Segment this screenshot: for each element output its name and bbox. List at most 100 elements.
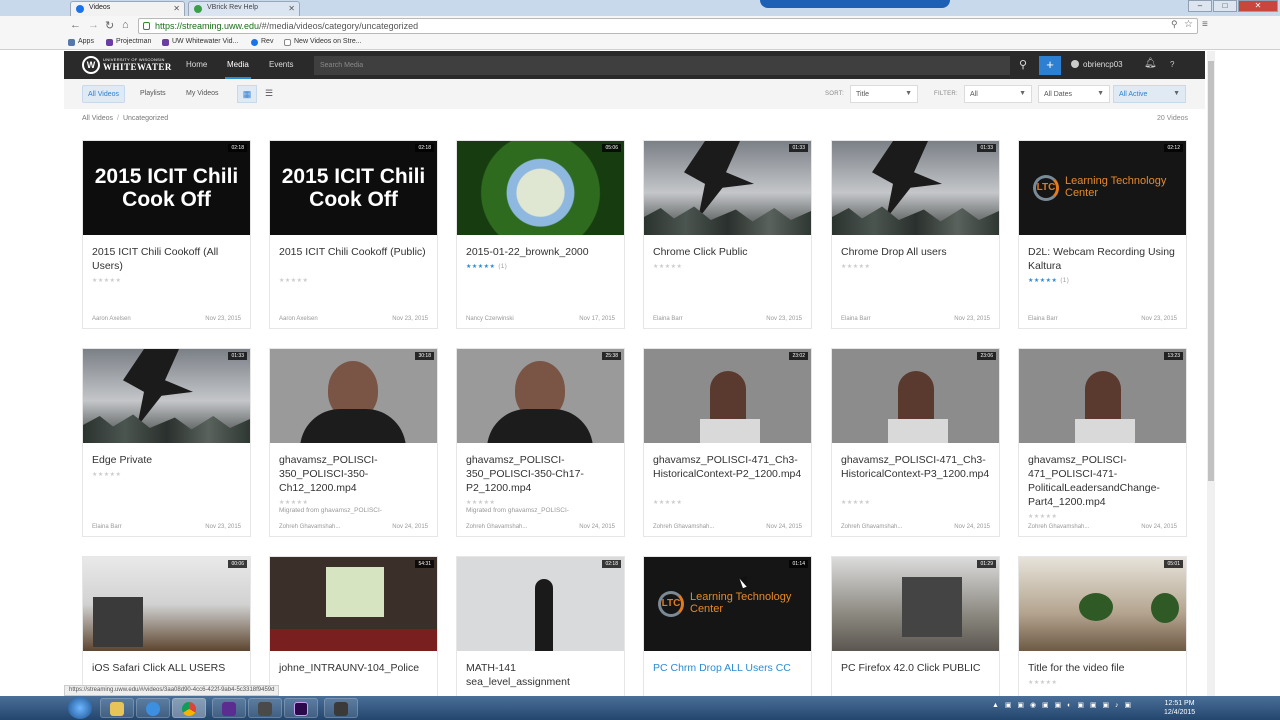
video-card[interactable]: 23:02 ghavamsz_POLISCI-471_Ch3-Historical…: [643, 348, 812, 537]
video-card[interactable]: 05:06 2015-01-22_brownk_2000 ★★★★★ (1) Nancy…: [456, 140, 625, 329]
start-button-icon[interactable]: [68, 697, 92, 719]
rating-stars[interactable]: ★★★★★: [92, 471, 124, 478]
search-icon[interactable]: ⚲: [1012, 56, 1034, 75]
tab-all-videos[interactable]: All Videos: [82, 85, 126, 103]
video-title[interactable]: ghavamsz_POLISCI-350_POLISCI-350-Ch12_12…: [279, 453, 431, 495]
search-input[interactable]: Search Media: [314, 56, 1010, 75]
video-thumbnail[interactable]: 2015 ICIT Chili Cook Off 02:18: [270, 141, 437, 235]
scrollbar-thumb[interactable]: [1208, 61, 1214, 481]
close-tab-icon[interactable]: ✕: [288, 4, 295, 13]
uw-whitewater-logo[interactable]: W UNIVERSITY OF WISCONSIN WHITEWATER: [82, 56, 171, 74]
breadcrumb-all-videos[interactable]: All Videos: [82, 115, 113, 122]
video-title[interactable]: ghavamsz_POLISCI-471_POLISCI-471-Politic…: [1028, 453, 1180, 509]
rating-stars[interactable]: ★★★★★: [1028, 679, 1057, 686]
minimize-window-icon[interactable]: –: [1188, 0, 1212, 12]
rating-stars[interactable]: ★★★★★: [279, 499, 311, 506]
video-title[interactable]: ghavamsz_POLISCI-471_Ch3-HistoricalConte…: [653, 453, 805, 481]
rating-stars[interactable]: ★★★★★: [841, 499, 873, 506]
video-title[interactable]: 2015 ICIT Chili Cookoff (Public): [279, 245, 431, 259]
filter-select[interactable]: All ▼: [964, 85, 1032, 103]
rating-stars[interactable]: ★★★★★: [279, 277, 311, 284]
list-view-icon[interactable]: ☰: [259, 85, 279, 103]
video-title[interactable]: johne_INTRAUNV-104_Police: [279, 661, 431, 675]
taskbar-explorer[interactable]: [100, 698, 134, 718]
maximize-window-icon[interactable]: □: [1213, 0, 1237, 12]
taskbar-visual-studio[interactable]: [212, 698, 246, 718]
video-card[interactable]: 23:06 ghavamsz_POLISCI-471_Ch3-Historical…: [831, 348, 1000, 537]
video-thumbnail[interactable]: 25:38: [457, 349, 624, 443]
home-icon[interactable]: ⌂: [122, 19, 129, 31]
video-thumbnail[interactable]: 01:33: [83, 349, 250, 443]
video-thumbnail[interactable]: LTC Learning Technology Center 02:12: [1019, 141, 1186, 235]
notifications-bell-icon[interactable]: 🔔︎: [1144, 58, 1157, 69]
page-scrollbar[interactable]: [1207, 51, 1215, 696]
rating-stars[interactable]: ★★★★★: [92, 277, 124, 284]
rating-stars[interactable]: ★★★★★: [1028, 513, 1060, 520]
tab-playlists[interactable]: Playlists: [135, 85, 171, 103]
bookmark-projectman[interactable]: Projectman: [106, 38, 151, 46]
system-clock[interactable]: 12:51 PM 12/4/2015: [1164, 699, 1195, 717]
close-tab-icon[interactable]: ✕: [173, 4, 180, 13]
video-card[interactable]: 01:33 Chrome Click Public ★★★★★ Elaina Barr…: [643, 140, 812, 329]
video-thumbnail[interactable]: 01:33: [644, 141, 811, 235]
video-title[interactable]: iOS Safari Click ALL USERS: [92, 661, 244, 675]
video-thumbnail[interactable]: 23:02: [644, 349, 811, 443]
address-bar[interactable]: https://streaming.uww.edu/#/media/videos…: [138, 18, 1198, 34]
bookmark-rev[interactable]: Rev: [251, 38, 273, 46]
video-thumbnail[interactable]: 54:31: [270, 557, 437, 651]
bookmark-new-videos[interactable]: New Videos on Stre...: [284, 38, 362, 46]
taskbar-app[interactable]: [248, 698, 282, 718]
back-arrow-icon[interactable]: ←: [70, 19, 81, 31]
nav-home[interactable]: Home: [186, 60, 207, 69]
translate-icon[interactable]: ⚲: [1171, 19, 1178, 30]
video-card[interactable]: 30:18 ghavamsz_POLISCI-350_POLISCI-350-Ch…: [269, 348, 438, 537]
video-thumbnail[interactable]: 01:29: [832, 557, 999, 651]
video-thumbnail[interactable]: 02:18: [457, 557, 624, 651]
video-title[interactable]: Chrome Click Public: [653, 245, 805, 259]
taskbar-app-2[interactable]: [324, 698, 358, 718]
video-card[interactable]: 13:23 ghavamsz_POLISCI-471_POLISCI-471-Po…: [1018, 348, 1187, 537]
video-title[interactable]: MATH-141 sea_level_assignment: [466, 661, 618, 689]
bookmark-star-icon[interactable]: ☆: [1184, 19, 1193, 30]
date-filter-select[interactable]: All Dates ▼: [1038, 85, 1110, 103]
video-title[interactable]: 2015-01-22_brownk_2000: [466, 245, 618, 259]
browser-tab-vbrick-help[interactable]: VBrick Rev Help ✕: [188, 1, 300, 16]
tab-my-videos[interactable]: My Videos: [181, 85, 224, 103]
video-thumbnail[interactable]: 2015 ICIT Chili Cook Off 02:18: [83, 141, 250, 235]
taskbar-chrome[interactable]: [172, 698, 206, 718]
user-menu[interactable]: obriencp03: [1071, 60, 1123, 69]
video-title[interactable]: 2015 ICIT Chili Cookoff (All Users): [92, 245, 244, 273]
video-card[interactable]: LTC Learning Technology Center 02:12 D2L: W…: [1018, 140, 1187, 329]
rating-stars[interactable]: ★★★★★: [466, 499, 498, 506]
taskbar-ie[interactable]: [136, 698, 170, 718]
reload-icon[interactable]: ↻: [105, 19, 114, 32]
video-title[interactable]: PC Firefox 42.0 Click PUBLIC: [841, 661, 993, 675]
video-thumbnail[interactable]: 30:18: [270, 349, 437, 443]
video-card[interactable]: 2015 ICIT Chili Cook Off 02:18 2015 ICIT C…: [269, 140, 438, 329]
video-card[interactable]: 25:38 ghavamsz_POLISCI-350_POLISCI-350-Ch…: [456, 348, 625, 537]
rating-stars[interactable]: ★★★★★: [653, 263, 685, 270]
taskbar-premiere[interactable]: [284, 698, 318, 718]
video-thumbnail[interactable]: 23:06: [832, 349, 999, 443]
video-thumbnail[interactable]: LTC Learning Technology Center 01:14: [644, 557, 811, 651]
forward-arrow-icon[interactable]: →: [88, 19, 99, 31]
sort-select[interactable]: Title ▼: [850, 85, 918, 103]
video-title[interactable]: Edge Private: [92, 453, 244, 467]
video-title[interactable]: D2L: Webcam Recording Using Kaltura: [1028, 245, 1180, 273]
video-thumbnail[interactable]: 00:06: [83, 557, 250, 651]
video-thumbnail[interactable]: 13:23: [1019, 349, 1186, 443]
video-card[interactable]: 2015 ICIT Chili Cook Off 02:18 2015 ICIT C…: [82, 140, 251, 329]
close-window-icon[interactable]: ✕: [1238, 0, 1278, 12]
video-thumbnail[interactable]: 05:01: [1019, 557, 1186, 651]
bookmark-apps[interactable]: Apps: [68, 38, 94, 46]
rating-stars[interactable]: ★★★★★ (1): [466, 263, 507, 270]
video-card[interactable]: 01:33 Chrome Drop All users ★★★★★ Elaina Ba…: [831, 140, 1000, 329]
video-title[interactable]: ghavamsz_POLISCI-350_POLISCI-350-Ch17-P2…: [466, 453, 618, 495]
video-title[interactable]: Chrome Drop All users: [841, 245, 993, 259]
video-title[interactable]: PC Chrm Drop ALL Users CC: [653, 661, 805, 675]
video-title[interactable]: ghavamsz_POLISCI-471_Ch3-HistoricalConte…: [841, 453, 993, 481]
nav-media[interactable]: Media: [225, 60, 251, 79]
browser-tab-videos[interactable]: Videos ✕: [70, 1, 185, 16]
grid-view-icon[interactable]: ▦: [237, 85, 257, 103]
rating-stars[interactable]: ★★★★★: [653, 499, 685, 506]
